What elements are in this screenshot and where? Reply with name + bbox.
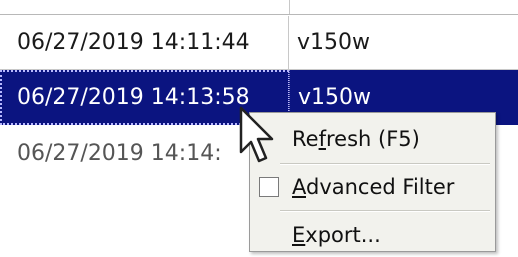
arrow-pointer-icon bbox=[239, 106, 274, 163]
menu-item-label: Advanced Filter bbox=[292, 175, 455, 199]
version-cell[interactable]: v150w bbox=[289, 16, 518, 69]
context-menu: Refresh (F5) Advanced Filter Export... bbox=[249, 112, 496, 252]
grid-top-edge bbox=[0, 0, 518, 15]
menu-separator bbox=[280, 210, 490, 212]
menu-item-label: Refresh (F5) bbox=[292, 127, 420, 151]
menu-item-refresh[interactable]: Refresh (F5) bbox=[250, 117, 495, 161]
column-separator bbox=[289, 0, 290, 14]
date-cell[interactable]: 06/27/2019 14:11:44 bbox=[0, 16, 289, 69]
menu-item-advanced-filter[interactable]: Advanced Filter bbox=[250, 165, 495, 209]
menu-item-export[interactable]: Export... bbox=[250, 213, 495, 257]
table-row[interactable]: 06/27/2019 14:11:44 v150w bbox=[0, 16, 518, 70]
checkbox-icon[interactable] bbox=[259, 177, 279, 197]
menu-item-label: Export... bbox=[292, 223, 381, 247]
